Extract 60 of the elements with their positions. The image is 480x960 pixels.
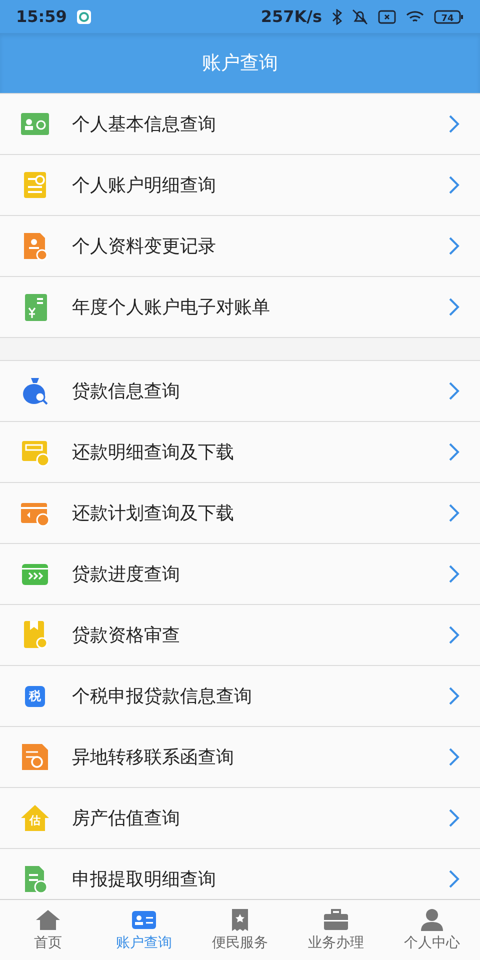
chevron-right-icon [448, 808, 460, 828]
menu-row[interactable]: 税 个税申报贷款信息查询 [0, 665, 480, 726]
menu-row[interactable]: 异地转移联系函查询 [0, 726, 480, 787]
menu-label: 房产估值查询 [72, 807, 181, 830]
chevron-right-icon [448, 114, 460, 134]
chevron-right-icon [448, 564, 460, 584]
menu-row[interactable]: 估 房产估值查询 [0, 787, 480, 848]
wifi-icon [406, 10, 424, 24]
menu-row[interactable]: 贷款资格审查 [0, 604, 480, 665]
menu-label: 个人基本信息查询 [72, 113, 217, 136]
tab-item[interactable]: 首页 [0, 900, 96, 960]
menu-row[interactable]: 申报提取明细查询 [0, 848, 480, 899]
chevron-right-icon [448, 869, 460, 889]
menu-label: 贷款资格审查 [72, 624, 181, 647]
tax-icon: 税 [25, 686, 45, 706]
card-icon [131, 908, 157, 932]
menu-label: 个人账户明细查询 [72, 174, 217, 197]
menu-row[interactable]: 贷款信息查询 [0, 360, 480, 421]
chevron-right-icon [448, 625, 460, 645]
money-bag-icon [20, 376, 50, 406]
bell-off-icon [352, 8, 368, 24]
battery-icon: 74 [434, 8, 464, 24]
chevron-right-icon [448, 381, 460, 401]
chevron-right-icon [448, 297, 460, 317]
person-icon [419, 908, 445, 932]
menu-label: 还款明细查询及下载 [72, 441, 235, 464]
status-time: 15:59 [16, 7, 67, 26]
chevron-right-icon [448, 236, 460, 256]
app-icon [76, 10, 91, 24]
home-icon [35, 908, 61, 932]
menu-row[interactable]: 贷款进度查询 [0, 543, 480, 604]
chevron-right-icon [448, 747, 460, 767]
page-title: 账户查询 [202, 51, 278, 76]
menu-label: 贷款信息查询 [72, 380, 181, 403]
menu-label: 个人资料变更记录 [72, 235, 217, 258]
bluetooth-icon [332, 8, 342, 24]
chevron-right-icon [448, 686, 460, 706]
menu-label: 异地转移联系函查询 [72, 746, 235, 769]
sim-icon [378, 10, 396, 24]
house-icon: 估 [20, 803, 50, 833]
menu-row[interactable]: 个人资料变更记录 [0, 215, 480, 276]
chevron-right-icon [448, 442, 460, 462]
chevron-right-icon [448, 175, 460, 195]
menu-label: 申报提取明细查询 [72, 868, 217, 891]
tab-item[interactable]: 业务办理 [288, 900, 384, 960]
menu-row[interactable]: 年度个人账户电子对账单 [0, 276, 480, 337]
menu-label: 还款计划查询及下载 [72, 502, 235, 525]
menu-row[interactable]: 个人基本信息查询 [0, 93, 480, 154]
menu-label: 年度个人账户电子对账单 [72, 296, 271, 319]
menu-label: 个税申报贷款信息查询 [72, 685, 253, 708]
menu-row[interactable]: 还款明细查询及下载 [0, 421, 480, 482]
network-speed: 257K/s [260, 7, 322, 26]
menu-row[interactable]: 还款计划查询及下载 [0, 482, 480, 543]
briefcase-icon [323, 908, 349, 932]
menu-row[interactable]: 个人账户明细查询 [0, 154, 480, 215]
tab-item[interactable]: 个人中心 [384, 900, 480, 960]
transfer-icon [20, 742, 50, 772]
menu-label: 贷款进度查询 [72, 563, 181, 586]
chevron-right-icon [448, 503, 460, 523]
tab-item[interactable]: 便民服务 [192, 900, 288, 960]
